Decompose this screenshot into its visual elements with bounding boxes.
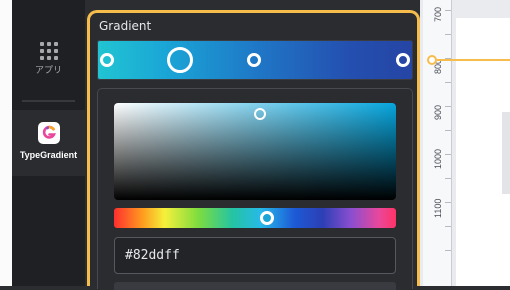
typegradient-app-icon xyxy=(37,122,60,144)
gradient-stop[interactable] xyxy=(247,53,261,67)
design-canvas[interactable]: 700 800 900 1000 1100 xyxy=(420,0,510,286)
saturation-value-handle[interactable] xyxy=(254,108,266,120)
sidebar-item-label: TypeGradient xyxy=(19,150,78,160)
gradient-stop[interactable] xyxy=(396,53,410,67)
gradient-stop-selected[interactable] xyxy=(167,47,193,73)
next-control xyxy=(114,282,396,290)
apps-grid-icon xyxy=(39,42,59,60)
ruler-label: 700 xyxy=(433,6,443,22)
sidebar-item-label: アプリ xyxy=(34,66,62,76)
left-edge xyxy=(0,0,12,286)
canvas-page-edge xyxy=(502,112,510,194)
hex-color-input[interactable] xyxy=(114,237,396,274)
callout-line xyxy=(437,59,510,61)
gradient-panel: Gradient xyxy=(87,10,420,290)
panel-title: Gradient xyxy=(99,19,152,33)
sidebar-item-apps[interactable]: アプリ xyxy=(12,32,85,92)
sidebar-divider xyxy=(22,100,75,102)
ruler-label: 1000 xyxy=(433,148,443,169)
saturation-value-area[interactable] xyxy=(114,103,396,200)
hue-slider[interactable] xyxy=(114,208,396,228)
sidebar: アプリ TypeGradient xyxy=(12,0,85,286)
gradient-bar[interactable] xyxy=(97,40,413,80)
color-picker xyxy=(97,88,413,290)
callout-marker xyxy=(427,55,437,65)
vertical-ruler: 700 800 900 1000 1100 xyxy=(423,0,452,286)
gradient-stop[interactable] xyxy=(100,53,114,67)
hue-slider-handle[interactable] xyxy=(260,211,274,225)
ruler-label: 1100 xyxy=(433,198,443,218)
sidebar-item-typegradient[interactable]: TypeGradient xyxy=(12,110,85,176)
ruler-label: 900 xyxy=(433,104,443,120)
